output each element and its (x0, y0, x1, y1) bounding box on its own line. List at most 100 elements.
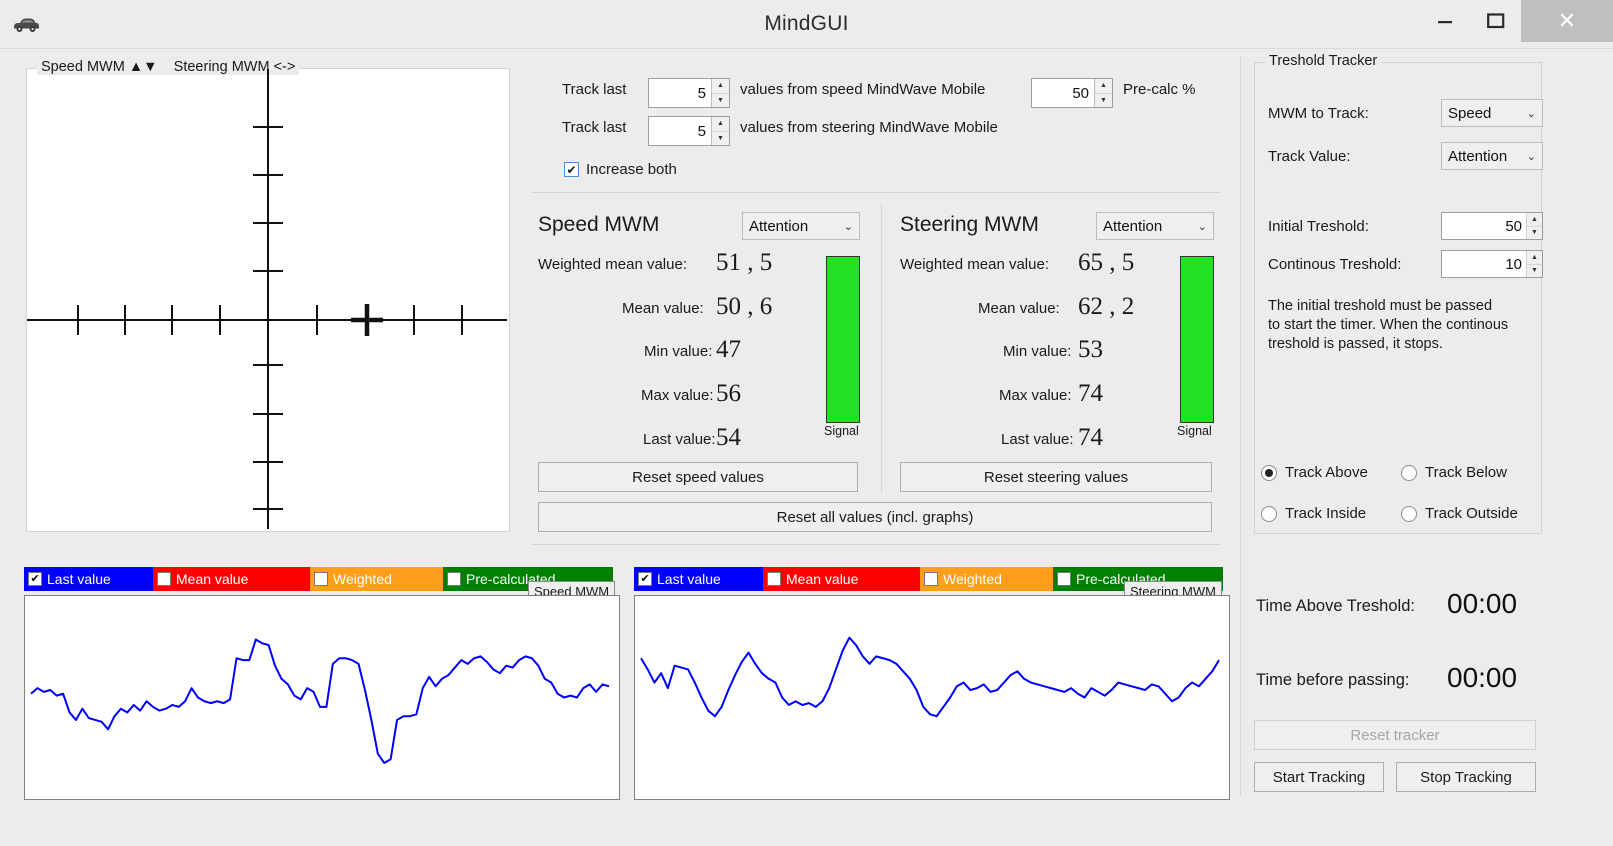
mwm-to-track-dropdown[interactable]: Speed ⌄ (1441, 99, 1543, 127)
maximize-button[interactable] (1470, 0, 1521, 42)
radio-track-outside-label: Track Outside (1425, 505, 1518, 522)
increase-both-checkbox[interactable]: ✔ Increase both (564, 161, 677, 178)
steering-graph-plot (640, 636, 1220, 718)
time-before-label: Time before passing: (1256, 671, 1410, 689)
track-last-speed-spin-buttons[interactable]: ▲ ▼ (711, 79, 729, 107)
reset-tracker-button[interactable]: Reset tracker (1254, 720, 1536, 750)
track-last-speed-label: Track last (562, 81, 627, 98)
close-button[interactable]: ✕ (1521, 0, 1613, 42)
steering-signal-bar (1180, 256, 1214, 423)
track-last-steering-value: 5 (697, 122, 706, 140)
steering-row-value-4: 74 (1078, 424, 1103, 451)
spinner-down-icon[interactable]: ▼ (712, 94, 729, 108)
steering-legend-checkbox-0[interactable]: ✔ (638, 572, 652, 586)
steering-legend-item-1[interactable]: Mean value (763, 567, 920, 591)
precalc-spin-buttons[interactable]: ▲ ▼ (1094, 79, 1112, 107)
speed-row-value-1: 50 , 6 (716, 293, 773, 320)
radio-track-above[interactable]: Track Above (1261, 464, 1368, 481)
steering-legend-checkbox-1[interactable] (767, 572, 781, 586)
series-last-value (640, 636, 1220, 718)
radio-track-outside[interactable]: Track Outside (1401, 505, 1518, 522)
steering-legend-checkbox-2[interactable] (924, 572, 938, 586)
steering-graph (634, 595, 1230, 800)
spinner-up-icon[interactable]: ▲ (712, 117, 729, 132)
continuous-threshold-input[interactable]: 10 ▲ ▼ (1441, 250, 1543, 278)
spinner-down-icon[interactable]: ▼ (1527, 265, 1542, 278)
checkbox-check-icon: ✔ (564, 162, 579, 177)
speed-graph-plot (30, 638, 610, 764)
title-bar: MindGUI ✕ (0, 0, 1613, 49)
xy-position-marker (351, 304, 383, 336)
initial-threshold-input[interactable]: 50 ▲ ▼ (1441, 212, 1543, 240)
reset-steering-values-button[interactable]: Reset steering values (900, 462, 1212, 492)
stop-tracking-button[interactable]: Stop Tracking (1396, 762, 1536, 792)
speed-mode-dropdown[interactable]: Attention ⌄ (742, 212, 860, 240)
speed-row-value-4: 54 (716, 424, 741, 451)
steering-mode-dropdown[interactable]: Attention ⌄ (1096, 212, 1214, 240)
spinner-up-icon[interactable]: ▲ (1527, 251, 1542, 265)
threshold-tracker-title: Treshold Tracker (1265, 53, 1382, 69)
chevron-down-icon: ⌄ (1526, 107, 1536, 120)
mwm-to-track-value: Speed (1448, 104, 1492, 122)
reset-speed-values-button[interactable]: Reset speed values (538, 462, 858, 492)
speed-graph-legend[interactable]: ✔ Last value Mean value Weighted Pre-calcula… (24, 567, 613, 591)
track-last-steering-spin-buttons[interactable]: ▲ ▼ (711, 117, 729, 145)
speed-row-label-4: Last value: (643, 431, 716, 448)
panel-separator (881, 204, 882, 494)
radio-track-above-label: Track Above (1285, 464, 1368, 481)
speed-legend-checkbox-0[interactable]: ✔ (28, 572, 42, 586)
xy-plot-group: Speed MWM ▲▼ Steering MWM <-> (26, 59, 510, 532)
spinner-up-icon[interactable]: ▲ (1527, 213, 1542, 227)
continuous-threshold-value: 10 (1505, 255, 1522, 273)
speed-row-label-0: Weighted mean value: (538, 256, 687, 273)
speed-legend-item-0[interactable]: ✔ Last value (24, 567, 153, 591)
spinner-down-icon[interactable]: ▼ (712, 132, 729, 146)
radio-track-below[interactable]: Track Below (1401, 464, 1507, 481)
mwm-to-track-label: MWM to Track: (1268, 105, 1369, 122)
continuous-threshold-spin-buttons[interactable]: ▲ ▼ (1526, 251, 1542, 277)
threshold-description-line-1: to start the timer. When the continous (1268, 317, 1509, 333)
track-last-speed-spinner[interactable]: 5 ▲ ▼ (648, 78, 730, 108)
radio-dot-icon (1261, 505, 1277, 522)
speed-row-value-3: 56 (716, 380, 741, 407)
steering-signal-caption: Signal (1177, 424, 1212, 438)
track-value-value: Attention (1448, 147, 1508, 165)
chevron-down-icon: ⌄ (843, 220, 853, 233)
speed-legend-item-2[interactable]: Weighted (310, 567, 443, 591)
radio-track-inside[interactable]: Track Inside (1261, 505, 1366, 522)
speed-signal-bar (826, 256, 860, 423)
track-last-speed-suffix: values from speed MindWave Mobile (740, 81, 986, 98)
speed-legend-item-1[interactable]: Mean value (153, 567, 310, 591)
close-icon: ✕ (1557, 8, 1577, 33)
initial-threshold-spin-buttons[interactable]: ▲ ▼ (1526, 213, 1542, 239)
main-bottom-separator (532, 544, 1220, 545)
spinner-up-icon[interactable]: ▲ (712, 79, 729, 94)
xy-crosshair-plot[interactable] (27, 69, 507, 529)
steering-legend-checkbox-3[interactable] (1057, 572, 1071, 586)
threshold-description-line-2: treshold is passed, it stops. (1268, 336, 1443, 352)
speed-legend-checkbox-2[interactable] (314, 572, 328, 586)
steering-mode-value: Attention (1103, 217, 1163, 235)
track-last-steering-label: Track last (562, 119, 627, 136)
threshold-description: The initial treshold must be passed to s… (1268, 297, 1540, 354)
speed-legend-checkbox-3[interactable] (447, 572, 461, 586)
right-panel-separator (1240, 56, 1241, 796)
precalc-spinner[interactable]: 50 ▲ ▼ (1031, 78, 1113, 108)
speed-graph (24, 595, 620, 800)
steering-panel-heading: Steering MWM (900, 213, 1039, 236)
track-last-steering-spinner[interactable]: 5 ▲ ▼ (648, 116, 730, 146)
spinner-up-icon[interactable]: ▲ (1095, 79, 1112, 94)
speed-legend-checkbox-1[interactable] (157, 572, 171, 586)
steering-legend-item-2[interactable]: Weighted (920, 567, 1053, 591)
reset-all-values-button[interactable]: Reset all values (incl. graphs) (538, 502, 1212, 532)
spinner-down-icon[interactable]: ▼ (1095, 94, 1112, 108)
spinner-down-icon[interactable]: ▼ (1527, 227, 1542, 240)
track-last-steering-suffix: values from steering MindWave Mobile (740, 119, 998, 136)
minimize-button[interactable] (1419, 0, 1470, 42)
steering-legend-item-0[interactable]: ✔ Last value (634, 567, 763, 591)
speed-row-value-2: 47 (716, 336, 741, 363)
time-above-label: Time Above Treshold: (1256, 597, 1415, 615)
track-value-dropdown[interactable]: Attention ⌄ (1441, 142, 1543, 170)
precalc-label: Pre-calc % (1123, 81, 1196, 98)
start-tracking-button[interactable]: Start Tracking (1254, 762, 1384, 792)
